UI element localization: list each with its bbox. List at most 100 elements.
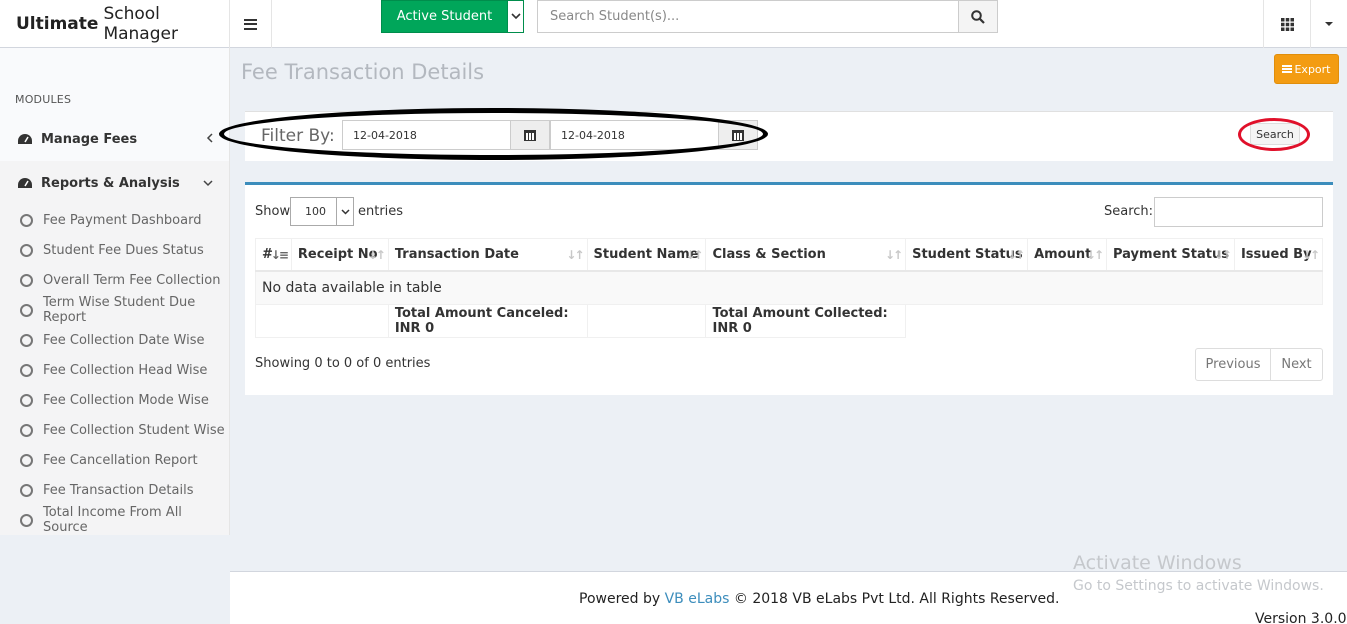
column-header-student-status[interactable]: Student Status ↓↑	[905, 238, 1029, 272]
table-search-input[interactable]	[1154, 197, 1323, 227]
dashboard-icon	[18, 177, 32, 188]
column-header-receipt-no[interactable]: Receipt No ↓↑	[290, 238, 389, 272]
subitem-label: Fee Collection Head Wise	[43, 362, 208, 378]
sidebar-subitem[interactable]: Total Income From All Source	[0, 505, 229, 535]
modules-header: MODULES	[15, 93, 72, 106]
sidebar-subitem[interactable]: Student Fee Dues Status	[0, 235, 229, 265]
entries-label: entries	[358, 204, 404, 219]
company-link[interactable]: VB eLabs	[665, 591, 730, 607]
circle-icon	[20, 213, 33, 227]
circle-icon	[20, 393, 33, 407]
calendar-icon	[732, 129, 744, 141]
subitem-label: Term Wise Student Due Report	[43, 295, 196, 325]
circle-icon	[20, 423, 33, 437]
circle-icon	[20, 363, 33, 377]
sidebar-subitem[interactable]: Fee Collection Date Wise	[0, 325, 229, 355]
footer-text: Powered by VB eLabs © 2018 VB eLabs Pvt …	[579, 591, 1059, 607]
version-label: Version 3.0.0	[1255, 611, 1347, 624]
subitem-label: Total Income From All Source	[43, 505, 182, 535]
page-length-select[interactable]: 100	[290, 197, 354, 226]
column-label: Receipt No	[297, 246, 378, 262]
active-student-dropdown[interactable]: Active Student	[381, 0, 524, 33]
previous-button[interactable]: Previous	[1196, 349, 1271, 380]
sidebar-subitem[interactable]: Fee Payment Dashboard	[0, 205, 229, 235]
export-button[interactable]: Export	[1274, 54, 1339, 84]
column-label: Transaction Date	[394, 246, 519, 262]
page-length-value: 100	[305, 205, 326, 218]
user-menu-button[interactable]	[1311, 0, 1347, 48]
from-date-input[interactable]: 12-04-2018	[342, 120, 511, 150]
total-cell-blank	[906, 305, 1323, 338]
circle-icon	[20, 333, 33, 347]
brand-logo[interactable]: Ultimate School Manager	[0, 0, 230, 48]
circle-icon	[20, 243, 33, 257]
page-title: Fee Transaction Details	[241, 60, 485, 84]
column-header-payment-status[interactable]: Payment Status ↓↑	[1106, 238, 1235, 272]
pagination: Previous Next	[1195, 348, 1323, 381]
sidebar-item-label: Manage Fees	[41, 131, 138, 147]
windows-watermark-title: Activate Windows	[1073, 552, 1242, 574]
column-header-issued-by[interactable]: Issued By ↓↑	[1233, 238, 1324, 272]
sidebar-item-reports-analysis[interactable]: Reports & Analysis	[0, 161, 229, 205]
sidebar-subitem[interactable]: Fee Collection Mode Wise	[0, 385, 229, 415]
sidebar-empty-area	[0, 535, 230, 624]
chevron-left-icon	[206, 132, 213, 147]
brand-rest: School Manager	[103, 4, 178, 44]
column-header-class-section[interactable]: Class & Section ↓↑	[705, 238, 907, 272]
table-row-totals: Total Amount Canceled: INR 0 Total Amoun…	[255, 304, 1323, 338]
export-label: Export	[1294, 62, 1331, 76]
sidebar-subitem[interactable]: Fee Collection Head Wise	[0, 355, 229, 385]
subitem-label: Student Fee Dues Status	[43, 242, 204, 258]
apps-menu-button[interactable]	[1263, 0, 1311, 48]
table-info: Showing 0 to 0 of 0 entries	[255, 356, 431, 371]
total-canceled: Total Amount Canceled: INR 0	[387, 304, 588, 338]
copyright-text: © 2018 VB eLabs Pvt Ltd. All Rights Rese…	[733, 591, 1060, 607]
sidebar-subitem[interactable]: Fee Cancellation Report	[0, 445, 229, 475]
column-label: Class & Section	[712, 246, 826, 262]
column-header-student-name[interactable]: Student Name ↓↑	[586, 238, 707, 272]
subitem-label: Fee Payment Dashboard	[43, 212, 202, 228]
from-date-calendar-button[interactable]	[510, 120, 550, 150]
student-search-input[interactable]: Search Student(s)...	[537, 0, 959, 33]
chevron-down-icon[interactable]	[507, 1, 523, 32]
student-search-button[interactable]	[958, 0, 998, 33]
sidebar-subitem[interactable]: Term Wise Student Due Report	[0, 295, 229, 325]
sidebar-subitem[interactable]: Fee Collection Student Wise	[0, 415, 229, 445]
column-header-transaction-date[interactable]: Transaction Date ↓↑	[387, 238, 588, 272]
total-cell-blank	[255, 304, 389, 338]
caret-down-icon	[1325, 22, 1333, 26]
hamburger-icon	[244, 18, 257, 30]
to-date-calendar-button[interactable]	[718, 120, 758, 150]
sidebar-subitem[interactable]: Overall Term Fee Collection	[0, 265, 229, 295]
empty-message: No data available in table	[255, 270, 1323, 305]
column-label: Student Name	[593, 246, 699, 262]
sidebar-subitem-active[interactable]: Fee Transaction Details	[0, 475, 229, 505]
active-student-button[interactable]: Active Student	[382, 1, 507, 32]
column-header-index[interactable]: # ↓≡	[255, 238, 292, 272]
sort-asc-icon: ↓≡	[270, 248, 289, 262]
filter-panel: Filter By: 12-04-2018 12-04-2018	[245, 111, 1333, 161]
sort-icon: ↓↑	[885, 248, 903, 262]
column-header-amount[interactable]: Amount ↓↑	[1027, 238, 1107, 272]
sidebar-toggle-button[interactable]	[230, 0, 272, 48]
next-button[interactable]: Next	[1271, 349, 1322, 380]
table-header-row: # ↓≡ Receipt No ↓↑ Transaction Date ↓↑ Stud…	[255, 238, 1324, 272]
sidebar-item-manage-fees[interactable]: Manage Fees	[0, 117, 229, 161]
total-collected: Total Amount Collected: INR 0	[705, 304, 907, 338]
top-navbar: Ultimate School Manager Active Student S…	[0, 0, 1347, 48]
sort-icon: ↓↑	[1006, 248, 1025, 262]
sidebar-item-label: Reports & Analysis	[41, 175, 180, 191]
calendar-icon	[524, 129, 536, 141]
to-date-input[interactable]: 12-04-2018	[550, 120, 719, 150]
filter-label: Filter By:	[261, 126, 335, 146]
transactions-table: # ↓≡ Receipt No ↓↑ Transaction Date ↓↑ Stud…	[255, 238, 1324, 338]
brand-bold: Ultimate	[16, 14, 99, 34]
circle-icon	[20, 273, 33, 287]
sort-icon: ↓↑	[1085, 248, 1104, 262]
subitem-label: Fee Collection Date Wise	[43, 332, 205, 348]
filter-search-button[interactable]: Search	[1250, 123, 1300, 145]
table-search-label: Search:	[1104, 204, 1154, 219]
column-label: Amount	[1034, 246, 1092, 262]
sort-icon: ↓↑	[566, 248, 584, 262]
subitem-label: Fee Transaction Details	[43, 482, 194, 498]
